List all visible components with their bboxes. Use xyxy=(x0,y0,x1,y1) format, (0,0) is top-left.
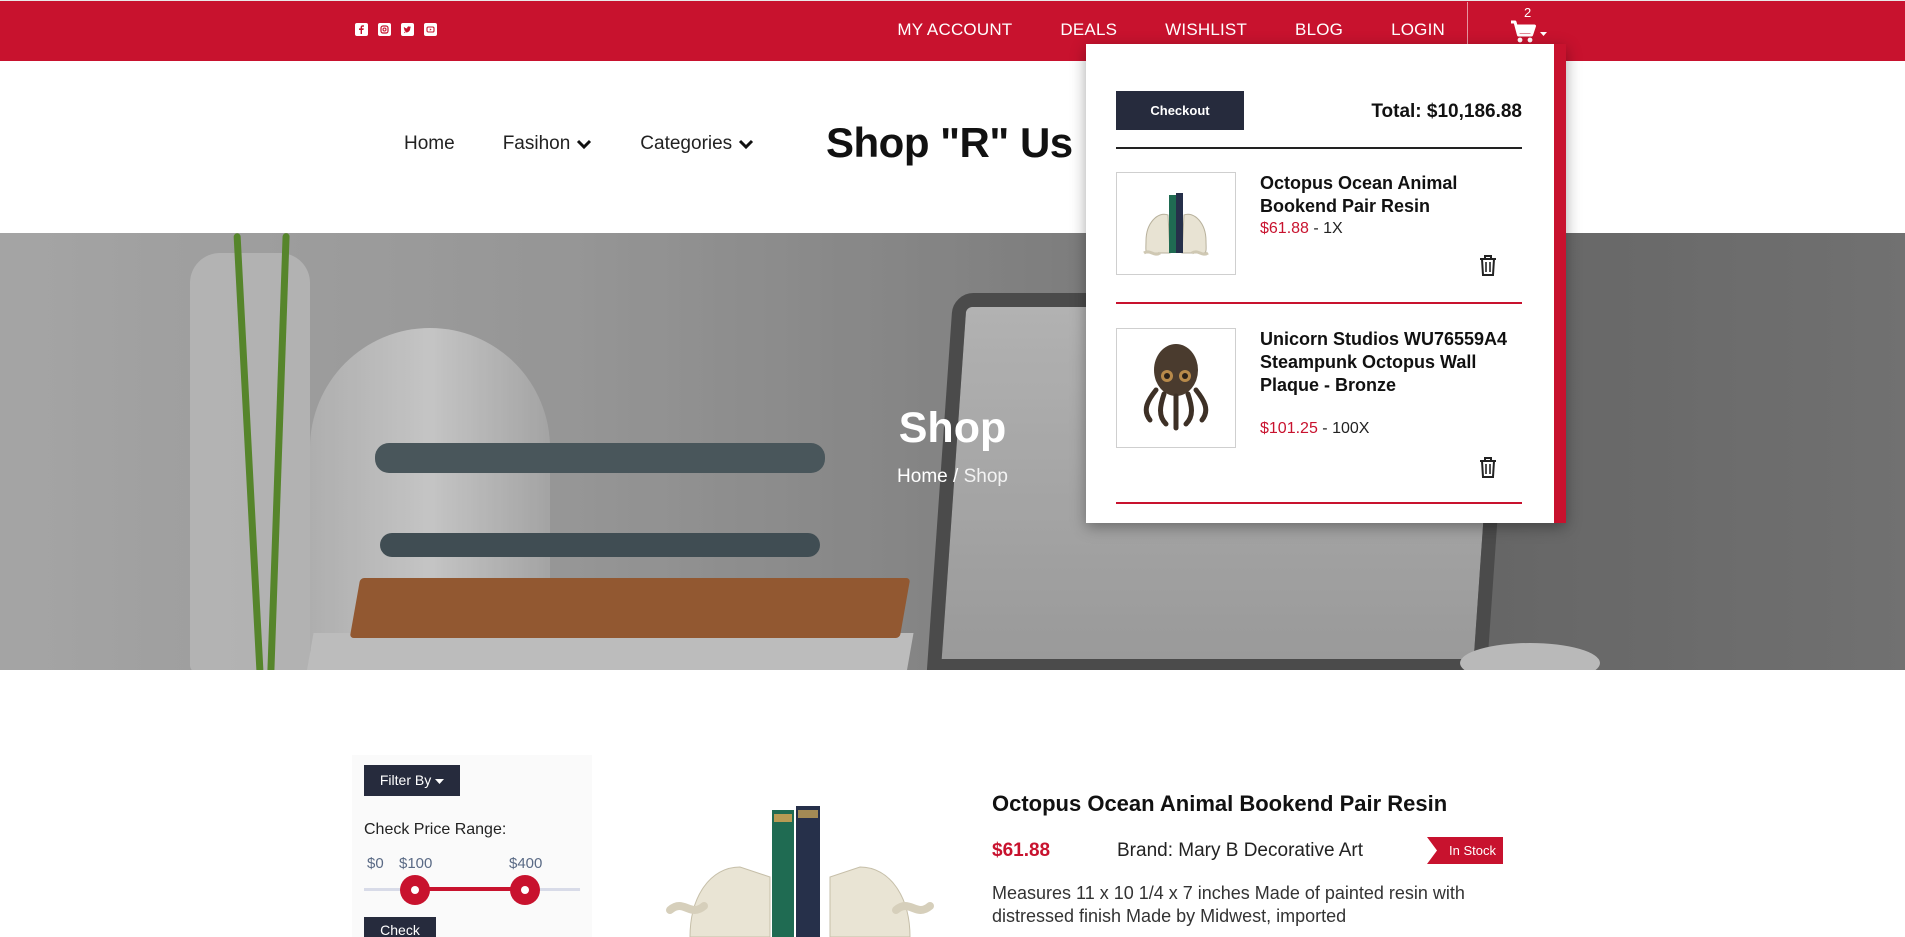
page-title: Shop xyxy=(898,404,1007,452)
cart-item-unit-price: $61.88 xyxy=(1260,220,1309,237)
site-logo[interactable]: Shop "R" Us xyxy=(826,119,1073,167)
nav-deals[interactable]: DEALS xyxy=(1060,20,1117,40)
instagram-icon[interactable] xyxy=(378,23,391,36)
top-bar: MY ACCOUNT DEALS WISHLIST BLOG LOGIN 2 xyxy=(0,0,1905,62)
cart-item: Octopus Ocean Animal Bookend Pair Resin … xyxy=(1116,172,1522,304)
hero-banner: Shop Home / Shop xyxy=(0,233,1905,670)
cart-button[interactable]: 2 xyxy=(1509,5,1549,45)
bookend-image xyxy=(666,806,934,937)
nav-fashion[interactable]: Fasihon xyxy=(503,133,593,155)
trash-icon[interactable] xyxy=(1478,254,1498,276)
cart-total: Total: $10,186.88 xyxy=(1371,101,1522,122)
cart-dropdown: Checkout Total: $10,186.88 Octopus Ocean… xyxy=(1086,44,1566,523)
bookend-thumbnail xyxy=(1143,192,1209,256)
youtube-icon[interactable] xyxy=(424,23,437,36)
nav-home[interactable]: Home xyxy=(404,133,455,155)
price-low-label: $100 xyxy=(399,855,433,872)
nav-blog[interactable]: BLOG xyxy=(1295,20,1343,40)
cart-item-price: $101.25 - 100X xyxy=(1260,420,1369,438)
caret-down-icon xyxy=(1540,32,1547,36)
filter-by-button[interactable]: Filter By xyxy=(364,765,460,796)
product-title[interactable]: Octopus Ocean Animal Bookend Pair Resin xyxy=(992,791,1447,817)
cart-count: 2 xyxy=(1524,5,1532,20)
twitter-icon[interactable] xyxy=(401,23,414,36)
product-price: $61.88 xyxy=(992,840,1051,861)
chevron-down-icon xyxy=(739,139,754,150)
breadcrumb-home[interactable]: Home xyxy=(897,466,948,487)
chevron-down-icon xyxy=(577,139,592,150)
filter-panel: Filter By Check Price Range: $0 $100 $40… xyxy=(352,755,592,937)
nav-categories-label: Categories xyxy=(640,133,733,154)
price-slider-max-handle[interactable] xyxy=(510,875,540,905)
cart-item-name[interactable]: Octopus Ocean Animal Bookend Pair Resin xyxy=(1260,172,1510,218)
price-slider-min-handle[interactable] xyxy=(400,875,430,905)
breadcrumb: Home / Shop xyxy=(0,466,1905,488)
product-brand: Brand: Mary B Decorative Art xyxy=(1117,840,1364,861)
nav-my-account[interactable]: MY ACCOUNT xyxy=(897,20,1012,40)
cart-item-qty: - 100X xyxy=(1317,420,1370,437)
account-nav: MY ACCOUNT DEALS WISHLIST BLOG LOGIN xyxy=(897,20,1445,40)
cart-item-price: $61.88 - 1X xyxy=(1260,220,1343,238)
cart-item-qty: - 1X xyxy=(1308,220,1343,237)
cart-item: Unicorn Studios WU76559A4 Steampunk Octo… xyxy=(1116,328,1522,504)
nav-login[interactable]: LOGIN xyxy=(1391,20,1445,40)
nav-categories[interactable]: Categories xyxy=(640,133,754,155)
cart-item-image[interactable] xyxy=(1116,172,1236,275)
cart-item-unit-price: $101.25 xyxy=(1260,420,1318,437)
facebook-icon[interactable] xyxy=(355,23,368,36)
nav-wishlist[interactable]: WISHLIST xyxy=(1165,20,1247,40)
octopus-plaque-thumbnail xyxy=(1143,344,1209,431)
filter-by-label: Filter By xyxy=(379,772,432,788)
stock-badge: In Stock xyxy=(1427,837,1503,864)
trash-icon[interactable] xyxy=(1478,456,1498,478)
price-min-label: $0 xyxy=(367,855,384,872)
nav-home-label: Home xyxy=(404,133,455,154)
price-range-label: Check Price Range: xyxy=(364,821,507,838)
product-image[interactable] xyxy=(650,790,950,937)
cart-dropdown-header: Checkout Total: $10,186.88 xyxy=(1116,91,1522,149)
product-description: Measures 11 x 10 1/4 x 7 inches Made of … xyxy=(992,883,1465,926)
caret-down-icon xyxy=(435,779,445,784)
breadcrumb-current: Shop xyxy=(963,466,1008,487)
checkout-button[interactable]: Checkout xyxy=(1116,91,1244,130)
check-price-button[interactable]: Check xyxy=(364,917,436,937)
cart-item-name[interactable]: Unicorn Studios WU76559A4 Steampunk Octo… xyxy=(1260,328,1510,397)
nav-fashion-label: Fasihon xyxy=(502,133,571,154)
social-links xyxy=(355,23,437,36)
shopping-cart-icon xyxy=(1511,20,1547,43)
main-nav: Home Fasihon Categories xyxy=(404,133,802,155)
cart-item-image[interactable] xyxy=(1116,328,1236,448)
breadcrumb-separator: / xyxy=(947,466,964,487)
price-high-label: $400 xyxy=(509,855,543,872)
